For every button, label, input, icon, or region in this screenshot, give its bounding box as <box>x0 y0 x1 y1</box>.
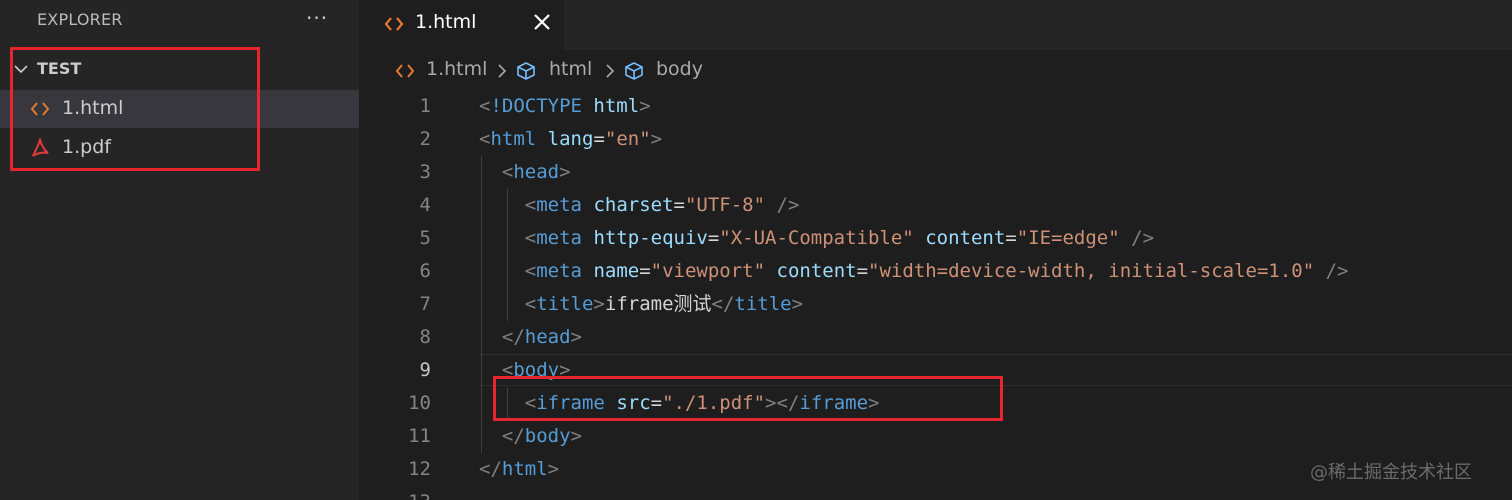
line-number: 7 <box>419 293 431 315</box>
line-number: 4 <box>419 194 431 216</box>
code-line[interactable]: </html> <box>479 453 559 486</box>
line-number: 9 <box>419 359 431 381</box>
cube-icon <box>517 62 535 80</box>
chevron-right-icon <box>606 64 615 78</box>
explorer-sidebar: EXPLORER ··· TEST 1.html 1.pdf <box>0 0 359 500</box>
line-number: 11 <box>408 425 431 447</box>
code-line[interactable]: <meta charset="UTF-8" /> <box>479 189 800 222</box>
tab-bar: 1.html <box>359 0 1512 50</box>
code-line[interactable]: <!DOCTYPE html> <box>479 90 651 123</box>
close-icon[interactable] <box>531 9 553 35</box>
line-number: 6 <box>419 260 431 282</box>
line-number: 5 <box>419 227 431 249</box>
breadcrumb-file[interactable]: 1.html <box>426 58 487 80</box>
code-line[interactable]: <html lang="en"> <box>479 123 662 156</box>
annotation-box-explorer <box>10 47 260 171</box>
line-number: 13 <box>359 486 431 500</box>
breadcrumb-body[interactable]: body <box>656 58 703 80</box>
code-line[interactable]: <meta name="viewport" content="width=dev… <box>479 255 1349 288</box>
line-number: 12 <box>408 458 431 480</box>
explorer-title: EXPLORER <box>37 10 123 29</box>
line-number: 3 <box>419 161 431 183</box>
html-file-icon <box>384 17 404 31</box>
breadcrumb: 1.html html body <box>359 50 1512 90</box>
line-number: 1 <box>419 95 431 117</box>
code-line[interactable]: </head> <box>479 321 582 354</box>
code-editor[interactable]: 1 <!DOCTYPE html> 2 <html lang="en"> 3 <head… <box>359 90 1512 500</box>
code-line[interactable]: </body> <box>479 420 582 453</box>
ellipsis-icon[interactable]: ··· <box>306 6 328 30</box>
breadcrumb-html[interactable]: html <box>549 58 592 80</box>
tab-1-html[interactable]: 1.html <box>359 0 564 50</box>
annotation-box-iframe <box>493 376 1003 421</box>
line-number: 2 <box>419 128 431 150</box>
html-file-icon <box>395 64 415 78</box>
code-line[interactable]: <meta http-equiv="X-UA-Compatible" conte… <box>479 222 1154 255</box>
code-line[interactable]: <title>iframe测试</title> <box>479 288 803 321</box>
chevron-right-icon <box>498 64 507 78</box>
line-number: 10 <box>408 392 431 414</box>
explorer-header: EXPLORER ··· <box>0 0 359 40</box>
watermark: @稀土掘金技术社区 <box>1310 462 1472 483</box>
tab-label: 1.html <box>415 11 477 33</box>
code-line[interactable]: <head> <box>479 156 571 189</box>
cube-icon <box>625 62 643 80</box>
line-number: 8 <box>419 326 431 348</box>
